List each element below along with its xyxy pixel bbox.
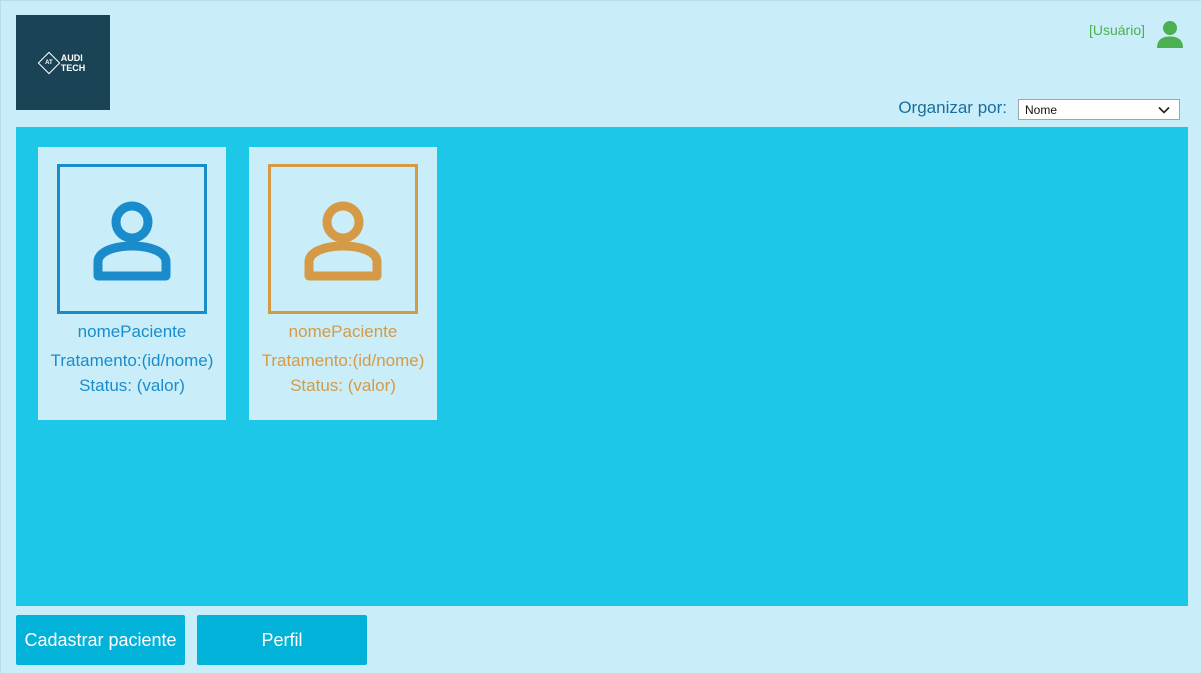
patient-name: nomePaciente — [288, 322, 398, 341]
chevron-down-icon — [1158, 106, 1170, 114]
logo-line-1: AUDI — [60, 52, 83, 63]
sort-selected-value: Nome — [1025, 102, 1058, 117]
user-name-link[interactable]: [Usuário] — [1089, 22, 1145, 38]
sort-label: Organizar por: — [898, 98, 1007, 117]
patient-grid: nomePaciente Tratamento:(id/nome) Status… — [16, 127, 1188, 606]
patient-status: Status: (valor) — [290, 376, 396, 395]
patient-name: nomePaciente — [77, 322, 187, 341]
patient-treatment: Tratamento:(id/nome) — [50, 351, 214, 370]
app-logo: AT AUDI TECH — [16, 15, 110, 110]
patient-status: Status: (valor) — [79, 376, 185, 395]
logo-mark-text: AT — [44, 59, 53, 66]
person-icon — [304, 201, 382, 281]
register-patient-button[interactable]: Cadastrar paciente — [16, 615, 185, 665]
sort-select[interactable]: Nome — [1018, 99, 1180, 120]
logo-line-2: TECH — [60, 62, 86, 73]
logo-mark: AT — [37, 51, 61, 74]
patient-avatar — [57, 164, 207, 314]
patient-treatment: Tratamento:(id/nome) — [261, 351, 425, 370]
person-icon — [93, 201, 171, 281]
patient-avatar — [268, 164, 418, 314]
profile-button[interactable]: Perfil — [197, 615, 367, 665]
user-icon[interactable] — [1155, 19, 1185, 49]
patient-card[interactable]: nomePaciente Tratamento:(id/nome) Status… — [38, 147, 226, 420]
patient-card[interactable]: nomePaciente Tratamento:(id/nome) Status… — [249, 147, 437, 420]
